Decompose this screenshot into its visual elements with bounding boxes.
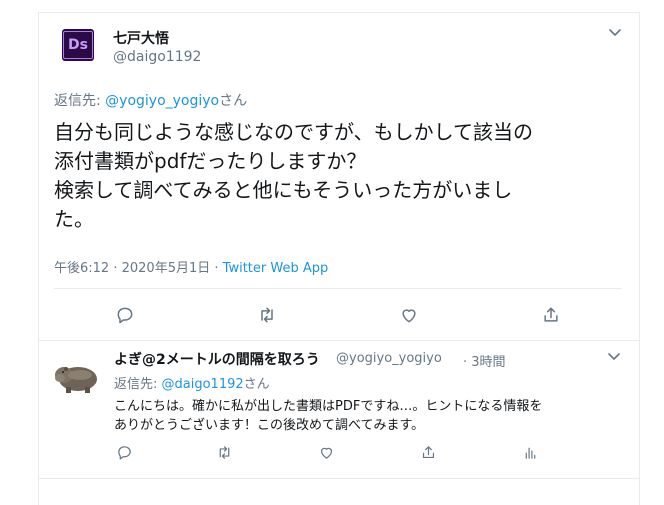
hippo-avatar-image — [52, 349, 102, 399]
meta-separator: · — [109, 261, 122, 276]
reply-to-prefix: 返信先: — [54, 93, 106, 109]
reply-text: こんにちは。確かに私が出した書類はPDFですね…。ヒントになる情報を ありがとう… — [114, 399, 543, 433]
reply-time[interactable]: · 3時間 — [463, 351, 506, 370]
analytics-button[interactable] — [520, 442, 540, 462]
chevron-down-icon[interactable] — [608, 350, 620, 364]
analytics-icon — [525, 447, 535, 459]
meta-separator: · — [210, 261, 223, 276]
reply-to-suffix: さん — [219, 93, 248, 109]
reply-to-link[interactable]: @daigo1192 — [162, 377, 244, 392]
reply-author-handle[interactable]: @yogiyo_yogiyo — [336, 351, 442, 366]
reply-icon — [117, 445, 131, 459]
reply-to-suffix: さん — [243, 377, 270, 392]
tweet-meta: 午後6:12 · 2020年5月1日 · Twitter Web App — [54, 257, 328, 276]
retweet-icon — [261, 307, 273, 323]
chevron-down-icon[interactable] — [609, 26, 621, 40]
reply-author-avatar[interactable] — [52, 349, 102, 399]
share-icon — [422, 445, 434, 458]
retweet-button[interactable] — [214, 442, 234, 462]
reply-reply-to-line: 返信先: @daigo1192さん — [114, 373, 270, 392]
like-button[interactable] — [394, 300, 424, 330]
reply-button[interactable] — [114, 442, 134, 462]
reply-actions — [114, 442, 554, 466]
tweet-text: 自分も同じような感じなのですが、もしかして該当の 添付書類がpdfだったりします… — [54, 120, 533, 231]
author-handle[interactable]: @daigo1192 — [113, 49, 201, 65]
divider — [54, 288, 622, 289]
retweet-icon — [219, 445, 229, 459]
tweet-actions — [54, 300, 622, 330]
like-icon — [320, 447, 332, 459]
reply-author-name[interactable]: よぎ@2メートルの間隔を取ろう — [114, 349, 320, 369]
share-button[interactable] — [536, 300, 566, 330]
reply-to-link[interactable]: @yogiyo_yogiyo — [105, 93, 219, 109]
avatar-logo: Ds — [63, 31, 93, 59]
retweet-button[interactable] — [252, 300, 282, 330]
like-icon — [402, 309, 416, 323]
author-avatar[interactable]: Ds — [62, 29, 94, 61]
reply-to-prefix: 返信先: — [114, 377, 162, 392]
author-name[interactable]: 七戸大悟 — [113, 28, 169, 48]
divider — [38, 340, 639, 341]
share-icon — [544, 307, 558, 322]
reply-icon — [117, 307, 133, 324]
tweet-date[interactable]: 2020年5月1日 — [122, 261, 211, 276]
like-button[interactable] — [316, 442, 336, 462]
reply-to-line: 返信先: @yogiyo_yogiyoさん — [54, 90, 247, 110]
reply-time-value: 3時間 — [471, 355, 506, 370]
tweet-source[interactable]: Twitter Web App — [223, 261, 329, 276]
divider — [38, 478, 639, 479]
tweet-time[interactable]: 午後6:12 — [54, 261, 109, 276]
share-button[interactable] — [418, 442, 438, 462]
reply-button[interactable] — [110, 300, 140, 330]
